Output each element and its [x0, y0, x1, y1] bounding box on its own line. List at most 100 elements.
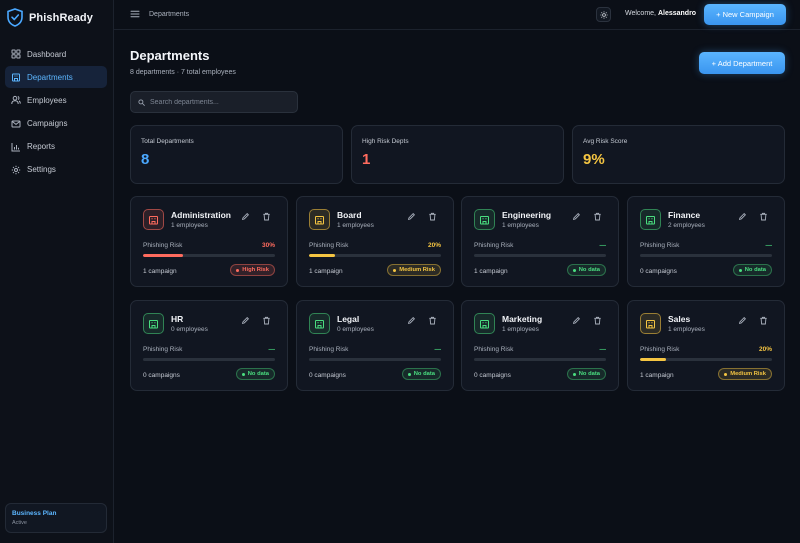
risk-badge: Medium Risk — [387, 264, 441, 276]
sidebar: PhishReady Dashboard Departments Employe… — [0, 0, 114, 543]
risk-label: Phishing Risk — [474, 346, 514, 353]
department-name: HR — [171, 314, 184, 324]
add-department-button[interactable]: + Add Department — [699, 52, 785, 74]
trash-icon[interactable] — [262, 212, 271, 221]
search-icon — [138, 98, 145, 106]
risk-label: Phishing Risk — [143, 242, 183, 249]
sidebar-item-employees[interactable]: Employees — [5, 89, 107, 111]
department-card-board[interactable]: Board 1 employees Phishing Risk 20% 1 campai… — [296, 196, 454, 287]
building-icon — [12, 73, 20, 82]
stat-label: High Risk Depts — [362, 138, 409, 145]
sidebar-item-departments[interactable]: Departments — [5, 66, 107, 89]
stat-value: 9% — [583, 151, 605, 168]
risk-bar — [143, 358, 275, 361]
badge-label: No data — [744, 267, 766, 273]
department-name: Finance — [668, 210, 701, 220]
risk-label: Phishing Risk — [640, 346, 680, 353]
page-subtitle: 8 departments · 7 total employees — [130, 69, 236, 76]
risk-label: Phishing Risk — [640, 242, 680, 249]
theme-toggle-button[interactable] — [596, 7, 611, 22]
gear-icon — [11, 165, 21, 175]
stat-value: 8 — [141, 151, 150, 168]
edit-icon[interactable] — [407, 212, 416, 221]
badge-label: Medium Risk — [730, 371, 766, 377]
building-icon — [474, 313, 495, 334]
search-box[interactable] — [130, 91, 298, 113]
trash-icon[interactable] — [759, 316, 768, 325]
employee-count: 2 employees — [668, 222, 705, 229]
search-input[interactable] — [150, 98, 290, 106]
building-icon — [640, 209, 661, 230]
risk-bar — [309, 358, 441, 361]
risk-value: — — [599, 346, 607, 353]
edit-icon[interactable] — [738, 212, 747, 221]
sidebar-item-campaigns[interactable]: Campaigns — [5, 113, 107, 135]
stat-card-total: Total Departments 8 — [130, 125, 343, 184]
risk-bar-fill — [640, 358, 667, 361]
campaign-count: 1 campaign — [474, 268, 508, 275]
sidebar-item-dashboard[interactable]: Dashboard — [5, 43, 107, 65]
badge-dot — [236, 268, 240, 272]
chart-icon — [11, 142, 20, 152]
brand[interactable]: PhishReady — [7, 8, 93, 27]
risk-bar-fill — [309, 254, 336, 257]
department-card-marketing[interactable]: Marketing 1 employees Phishing Risk — 0 camp… — [461, 300, 619, 391]
risk-value: 30% — [261, 242, 275, 249]
trash-icon[interactable] — [593, 212, 602, 221]
badge-label: No data — [413, 371, 435, 377]
sidebar-item-label: Dashboard — [27, 49, 67, 59]
risk-badge: No data — [566, 264, 606, 276]
badge-dot — [724, 372, 728, 376]
badge-label: Medium Risk — [399, 267, 435, 273]
department-card-sales[interactable]: Sales 1 employees Phishing Risk 20% 1 campai… — [627, 300, 785, 391]
plan-card[interactable]: Business Plan Active — [5, 503, 107, 533]
edit-icon[interactable] — [572, 212, 581, 221]
badge-dot — [572, 268, 576, 272]
menu-icon[interactable] — [130, 9, 140, 19]
new-campaign-button[interactable]: + New Campaign — [704, 4, 786, 25]
trash-icon[interactable] — [759, 212, 768, 221]
edit-icon[interactable] — [241, 316, 250, 325]
stat-label: Total Departments — [141, 138, 194, 145]
department-name: Engineering — [502, 210, 552, 220]
stat-value: 1 — [362, 151, 371, 168]
campaign-count: 1 campaign — [143, 268, 177, 275]
sidebar-item-label: Departments — [27, 72, 73, 82]
building-icon — [309, 313, 330, 334]
department-card-hr[interactable]: HR 0 employees Phishing Risk — 0 campaigns No… — [130, 300, 288, 391]
risk-label: Phishing Risk — [143, 346, 183, 353]
edit-icon[interactable] — [738, 316, 747, 325]
trash-icon[interactable] — [593, 316, 602, 325]
department-name: Marketing — [502, 314, 543, 324]
sidebar-item-settings[interactable]: Settings — [5, 159, 107, 181]
department-card-legal[interactable]: Legal 0 employees Phishing Risk — 0 campaign… — [296, 300, 454, 391]
department-card-finance[interactable]: Finance 2 employees Phishing Risk — 0 campai… — [627, 196, 785, 287]
sidebar-item-label: Campaigns — [27, 119, 68, 129]
department-card-engineering[interactable]: Engineering 1 employees Phishing Risk — 1 ca… — [461, 196, 619, 287]
building-icon — [474, 209, 495, 230]
edit-icon[interactable] — [241, 212, 250, 221]
employee-count: 0 employees — [337, 326, 374, 333]
risk-bar — [309, 254, 441, 257]
employee-count: 1 employees — [668, 326, 705, 333]
trash-icon[interactable] — [428, 212, 437, 221]
badge-label: No data — [247, 371, 269, 377]
department-name: Board — [337, 210, 362, 220]
risk-bar — [640, 358, 772, 361]
sidebar-item-label: Reports — [27, 142, 56, 152]
risk-value: — — [599, 242, 607, 249]
stat-card-avg-risk: Avg Risk Score 9% — [572, 125, 785, 184]
edit-icon[interactable] — [572, 316, 581, 325]
risk-label: Phishing Risk — [309, 242, 349, 249]
campaign-count: 0 campaigns — [640, 268, 677, 275]
edit-icon[interactable] — [407, 316, 416, 325]
department-card-administration[interactable]: Administration 1 employees Phishing Risk 30… — [130, 196, 288, 287]
risk-value: 20% — [427, 242, 441, 249]
building-icon — [143, 209, 164, 230]
trash-icon[interactable] — [428, 316, 437, 325]
trash-icon[interactable] — [262, 316, 271, 325]
risk-bar — [143, 254, 275, 257]
badge-dot — [407, 372, 411, 376]
sidebar-item-reports[interactable]: Reports — [5, 136, 107, 158]
department-name: Sales — [668, 314, 691, 324]
